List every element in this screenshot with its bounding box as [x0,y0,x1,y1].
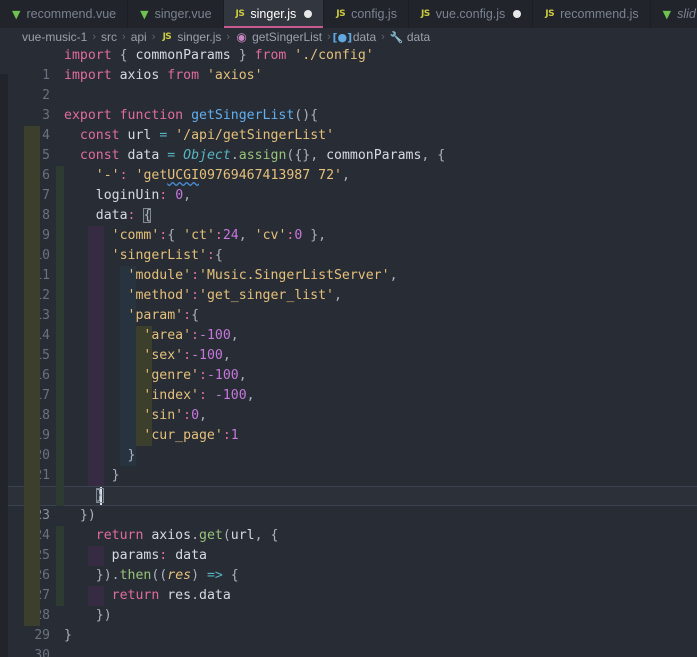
breadcrumb-label: api [130,30,147,44]
js-file-icon: JS [545,8,555,19]
vue-file-icon: ▼ [662,7,672,21]
code-line[interactable]: 25 return axios.get(url, { [0,526,697,563]
chevron-right-icon: › [122,31,126,43]
code-line[interactable]: 7 '-': 'getUCGI09769467413987 72', [0,166,697,203]
variable-symbol-icon: [●] [332,30,353,44]
code-line[interactable]: 20 'cur_page':1 [0,426,697,463]
breadcrumb-item-src[interactable]: src [101,30,117,44]
code-line-current[interactable]: 23 } [0,486,697,523]
breadcrumb-label: src [101,30,118,44]
code-line[interactable]: 18 'index': -100, [0,386,697,423]
unsaved-indicator-icon[interactable] [513,10,522,18]
tab-label: singer.vue [154,7,212,21]
code-line[interactable]: 8 loginUin: 0, [0,186,697,223]
chevron-right-icon: › [92,31,97,43]
breadcrumb-label: vue-music-1 [22,30,88,44]
code-line[interactable]: 22 } [0,466,697,503]
code-line[interactable]: 2 import axios from 'axios' [0,66,697,103]
code-line[interactable]: 13 'method':'get_singer_list', [0,286,697,323]
tab-label: singer.js [250,7,297,21]
function-symbol-icon: ◉ [236,30,247,44]
vue-file-icon: ▼ [12,7,21,21]
tab-label: config.js [351,7,397,21]
breadcrumb-label: data [352,30,377,44]
code-line[interactable]: 15 'area':-100, [0,326,697,363]
breadcrumb-item-project[interactable]: vue-music-1 [22,30,87,44]
code-line[interactable]: 10 'comm':{ 'ct':24, 'cv':0 }, [0,226,697,263]
breadcrumb-item-api[interactable]: api [131,30,147,44]
tab-vue-config-js[interactable]: JS vue.config.js [408,0,534,28]
code-line[interactable]: 17 'genre':-100, [0,366,697,403]
code-lines-container[interactable]: 1 import { commonParams } from './config… [0,46,697,657]
tab-label: vue.config.js [435,7,506,21]
breadcrumb-label: data [406,30,431,44]
tab-label: recommend.js [560,7,639,21]
chevron-right-icon: › [151,31,156,43]
code-line[interactable]: 9 data: { [0,206,697,243]
breadcrumb-label: getSingerList [252,30,323,44]
tab-config-js[interactable]: JS config.js [324,0,409,28]
breadcrumb: vue-music-1 › src › api › JS singer.js ›… [0,28,697,46]
breadcrumb-item-property[interactable]: 🔧 data [389,30,431,44]
code-line[interactable]: 4 export function getSingerList(){ [0,106,697,143]
code-line[interactable]: 3 [0,86,697,123]
code-line[interactable]: 30 } [0,626,697,657]
code-line[interactable]: 24 }) [0,506,697,543]
code-line[interactable]: 1 import { commonParams } from './config… [0,46,697,83]
tab-slider-vue[interactable]: ▼ slid [650,0,697,28]
tab-recommend-vue[interactable]: ▼ recommend.vue [0,0,129,28]
property-symbol-icon: 🔧 [389,30,404,44]
code-line[interactable]: 21 } [0,446,697,483]
unsaved-indicator-icon[interactable] [304,10,313,18]
js-file-icon: JS [235,8,245,19]
js-file-icon: JS [420,8,430,19]
tab-singer-vue[interactable]: ▼ singer.vue [128,0,224,28]
code-line[interactable]: 28 return res.data [0,586,697,623]
tab-label: recommend.vue [26,7,117,21]
code-line[interactable]: 19 'sin':0, [0,406,697,443]
code-editor[interactable]: 1 import { commonParams } from './config… [0,46,697,657]
code-line[interactable]: 14 'param':{ [0,306,697,343]
code-line[interactable]: 26 params: data [0,546,697,583]
chevron-right-icon: › [381,31,385,43]
code-line[interactable]: 27 }).then((res) => { [0,566,697,603]
editor-tab-bar: ▼ recommend.vue ▼ singer.vue JS singer.j… [0,0,697,28]
code-line[interactable]: 12 'module':'Music.SingerListServer', [0,266,697,303]
tab-label: slid [677,7,696,21]
code-line[interactable]: 16 'sex':-100, [0,346,697,383]
code-line[interactable]: 6 const data = Object.assign({}, commonP… [0,146,697,183]
code-line[interactable]: 11 'singerList':{ [0,246,697,283]
editor-left-edge [0,74,8,657]
vue-file-icon: ▼ [140,7,149,21]
breadcrumb-item-variable[interactable]: [●] data [332,30,377,44]
breadcrumb-item-file[interactable]: JS singer.js [160,30,222,44]
vscode-window: ▼ recommend.vue ▼ singer.vue JS singer.j… [0,0,697,657]
code-line[interactable]: 29 }) [0,606,697,643]
js-file-icon: JS [336,8,346,19]
breadcrumb-label: singer.js [177,30,222,44]
chevron-right-icon: › [226,31,231,43]
code-line[interactable]: 5 const url = '/api/getSingerList' [0,126,697,163]
js-file-icon: JS [162,32,172,42]
breadcrumb-item-function[interactable]: ◉ getSingerList [235,30,322,44]
tab-recommend-js[interactable]: JS recommend.js [533,0,651,28]
tab-singer-js[interactable]: JS singer.js [223,0,325,28]
